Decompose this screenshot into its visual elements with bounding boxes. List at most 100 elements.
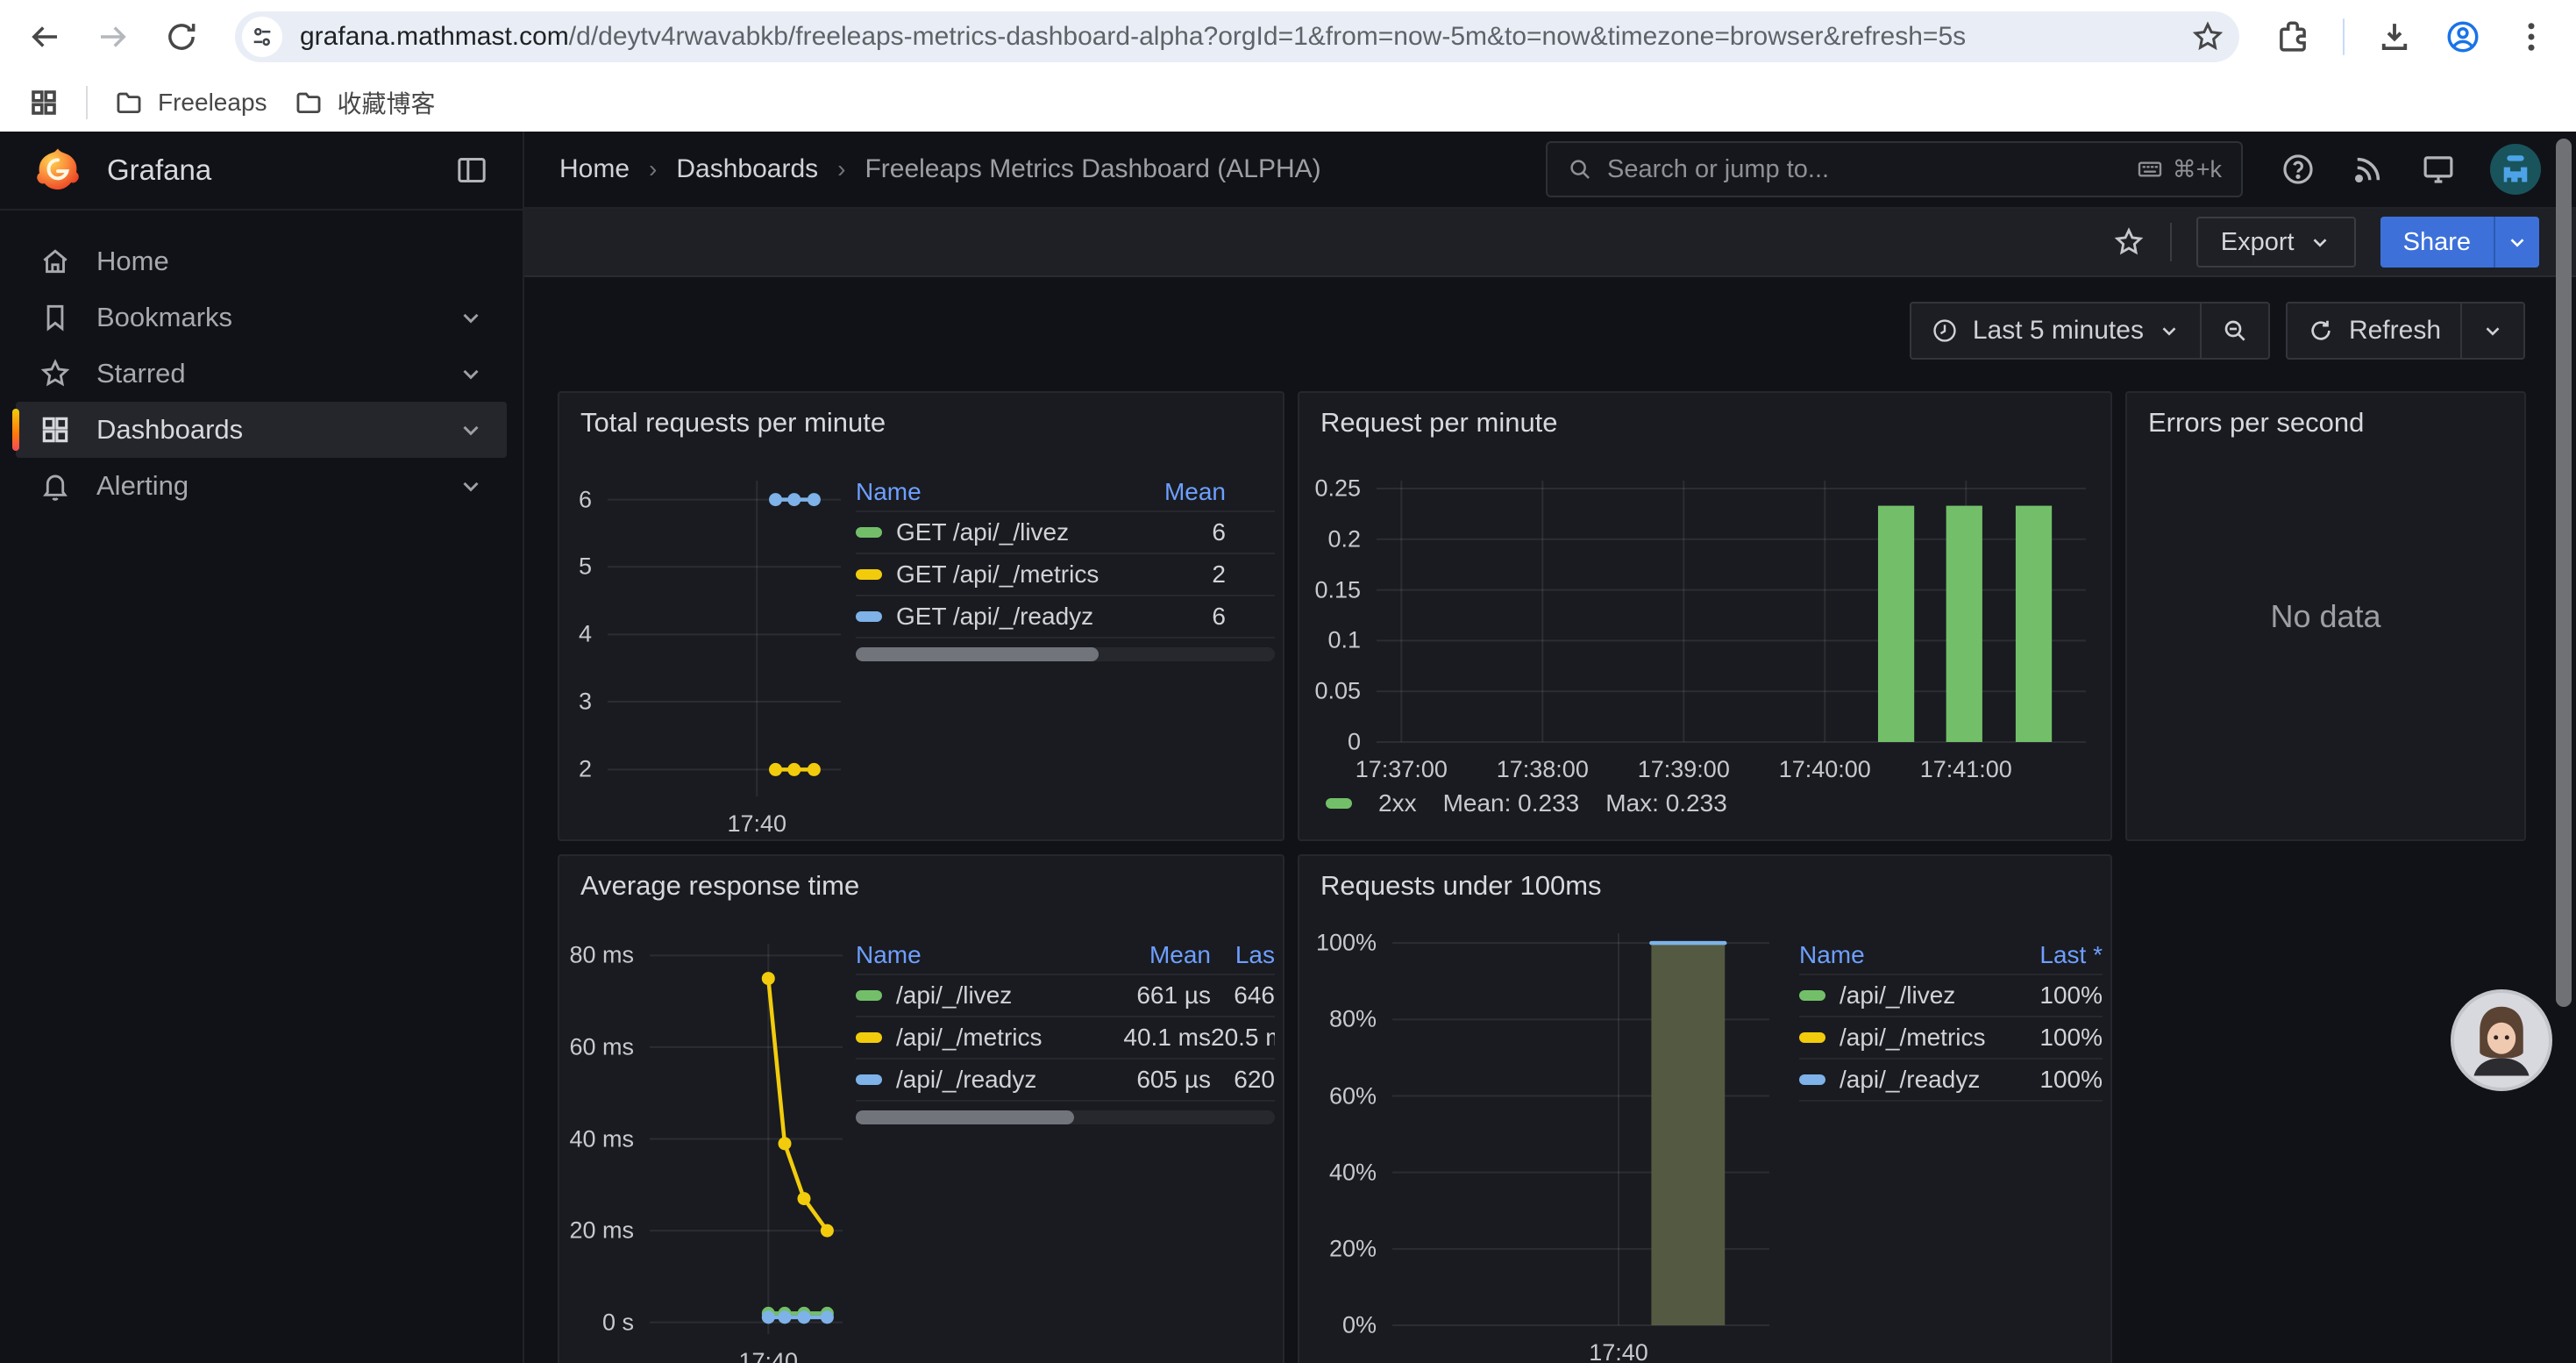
sidebar-item-home[interactable]: Home <box>16 233 507 289</box>
search-input[interactable] <box>1607 155 2122 184</box>
grafana-logo[interactable] <box>33 146 82 195</box>
url-bar[interactable]: grafana.mathmast.com/d/deytv4rwavabkb/fr… <box>235 11 2239 62</box>
news-rss-icon[interactable] <box>2350 151 2387 188</box>
favorite-star-icon[interactable] <box>2112 225 2145 259</box>
chevron-down-icon <box>2481 319 2504 342</box>
legend-table: NameLast * /api/_/livez100% /api/_/metrics… <box>1799 937 2103 1102</box>
x-tick-label: 17:40 <box>739 1348 799 1363</box>
export-button[interactable]: Export <box>2196 217 2356 268</box>
series-name[interactable]: /api/_/readyz <box>856 1066 1079 1094</box>
series-name[interactable]: /api/_/metrics <box>856 1024 1079 1052</box>
legend-header-name[interactable]: Name <box>1799 941 1989 969</box>
browser-toolbar: grafana.mathmast.com/d/deytv4rwavabkb/fr… <box>0 0 2576 74</box>
series-swatch[interactable] <box>1799 1032 1825 1043</box>
series-name[interactable]: GET /api/_/readyz <box>856 603 1129 631</box>
bookmark-star-icon[interactable] <box>2190 19 2225 54</box>
series-value: 620 <box>1211 1066 1275 1094</box>
toolbar-divider <box>2343 18 2345 55</box>
legend-header-value[interactable]: Las <box>1211 941 1275 969</box>
series-swatch[interactable] <box>856 527 882 538</box>
series-name[interactable]: 2xx <box>1378 789 1417 817</box>
back-icon[interactable] <box>26 18 63 55</box>
extensions-icon[interactable] <box>2274 18 2311 55</box>
no-data-message: No data <box>2127 393 2524 839</box>
series-swatch[interactable] <box>856 569 882 580</box>
timeseries-chart[interactable]: 80 ms60 ms40 ms20 ms0 s17:40 <box>650 944 843 1334</box>
refresh-interval-dropdown[interactable] <box>2460 303 2523 358</box>
series-swatch[interactable] <box>856 990 882 1001</box>
monitor-icon[interactable] <box>2420 151 2457 188</box>
panel-title[interactable]: Total requests per minute <box>559 393 907 453</box>
breadcrumb-home[interactable]: Home <box>559 154 630 184</box>
help-icon[interactable] <box>2280 151 2316 188</box>
time-range-picker[interactable]: Last 5 minutes <box>1911 303 2200 358</box>
area-chart[interactable]: 100%80%60%40%20%0%17:40 <box>1392 933 1769 1325</box>
reload-icon[interactable] <box>163 18 200 55</box>
apps-grid-icon[interactable] <box>28 87 60 118</box>
legend-scrollbar-thumb[interactable] <box>856 1110 1074 1124</box>
series-name[interactable]: /api/_/metrics <box>1799 1024 1989 1052</box>
scrollbar-thumb[interactable] <box>2556 139 2572 1007</box>
legend-scrollbar[interactable] <box>856 647 1275 661</box>
series-name[interactable]: /api/_/livez <box>856 981 1079 1010</box>
legend-scrollbar[interactable] <box>856 1110 1275 1124</box>
chevron-down-icon <box>2309 231 2331 253</box>
zoom-out-button[interactable] <box>2200 303 2268 358</box>
panel-requests-under-100ms: Requests under 100ms 100%80%60%40%20%0%1… <box>1298 854 2112 1363</box>
series-swatch[interactable] <box>1799 990 1825 1001</box>
legend-scrollbar-thumb[interactable] <box>856 647 1099 661</box>
sidebar-item-starred[interactable]: Starred <box>16 346 507 402</box>
series-swatch[interactable] <box>856 1032 882 1043</box>
panel-title[interactable]: Requests under 100ms <box>1299 856 1623 916</box>
user-avatar[interactable] <box>2490 144 2541 195</box>
downloads-icon[interactable] <box>2376 18 2413 55</box>
panel-title[interactable]: Average response time <box>559 856 880 916</box>
bar-chart[interactable]: 0.250.20.150.10.05017:37:0017:38:0017:39… <box>1377 481 2086 742</box>
legend-header-value[interactable]: Mean <box>1129 478 1275 506</box>
refresh-button[interactable]: Refresh <box>2288 303 2460 358</box>
legend-header-name[interactable]: Name <box>856 941 1079 969</box>
legend-header-value[interactable]: Mean <box>1079 941 1211 969</box>
series-swatch[interactable] <box>856 1074 882 1085</box>
site-settings-icon[interactable] <box>242 17 282 57</box>
bookmark-folder-blogs[interactable]: 收藏博客 <box>294 85 436 120</box>
sidebar-item-bookmarks[interactable]: Bookmarks <box>16 289 507 346</box>
top-header: Home › Dashboards › Freeleaps Metrics Da… <box>524 132 2576 209</box>
toolbar-divider <box>2170 223 2172 261</box>
search-box[interactable]: ⌘+k <box>1546 141 2243 197</box>
panel-errors-per-second: Errors per second No data <box>2125 391 2526 841</box>
sidebar-item-label: Bookmarks <box>96 302 232 333</box>
sidebar-item-dashboards[interactable]: Dashboards <box>16 402 507 458</box>
x-tick-label: 17:38:00 <box>1497 756 1589 783</box>
sidebar-toggle-icon[interactable] <box>454 153 489 188</box>
series-swatch[interactable] <box>856 611 882 622</box>
grafana-app: Grafana Home Bookmarks Starred <box>0 132 2576 1363</box>
menu-kebab-icon[interactable] <box>2513 18 2550 55</box>
bookmark-folder-freeleaps[interactable]: Freeleaps <box>114 88 267 118</box>
profile-icon[interactable] <box>2444 18 2481 55</box>
search-shortcut: ⌘+k <box>2136 155 2222 183</box>
chart-legend: 2xx Mean: 0.233 Max: 0.233 <box>1326 789 1727 817</box>
y-tick-label: 0 <box>1348 729 1361 756</box>
series-name[interactable]: GET /api/_/livez <box>856 518 1129 546</box>
x-tick-label: 17:41:00 <box>1920 756 2012 783</box>
sidebar-item-alerting[interactable]: Alerting <box>16 458 507 514</box>
series-name[interactable]: GET /api/_/metrics <box>856 560 1129 589</box>
series-name[interactable]: /api/_/livez <box>1799 981 1989 1010</box>
share-button[interactable]: Share <box>2380 217 2539 268</box>
floating-assistant-avatar[interactable] <box>2451 989 2552 1091</box>
share-dropdown[interactable] <box>2494 217 2539 268</box>
series-name[interactable]: /api/_/readyz <box>1799 1066 1989 1094</box>
timeseries-chart[interactable]: 6543217:40 <box>608 481 841 796</box>
keyboard-icon <box>2136 155 2164 183</box>
series-swatch[interactable] <box>1326 798 1352 809</box>
series-swatch[interactable] <box>1799 1074 1825 1085</box>
panel-title[interactable]: Request per minute <box>1299 393 1579 453</box>
legend-table: NameMeanGET /api/_/livez6GET /api/_/metr… <box>856 474 1275 661</box>
legend-header-name[interactable]: Name <box>856 478 1129 506</box>
legend-row: GET /api/_/readyz6 <box>856 596 1275 639</box>
legend-header-value[interactable]: Last * <box>1989 941 2103 969</box>
forward-icon[interactable] <box>95 18 132 55</box>
breadcrumb-dashboards[interactable]: Dashboards <box>676 154 818 184</box>
legend-row: /api/_/livez100% <box>1799 975 2103 1017</box>
